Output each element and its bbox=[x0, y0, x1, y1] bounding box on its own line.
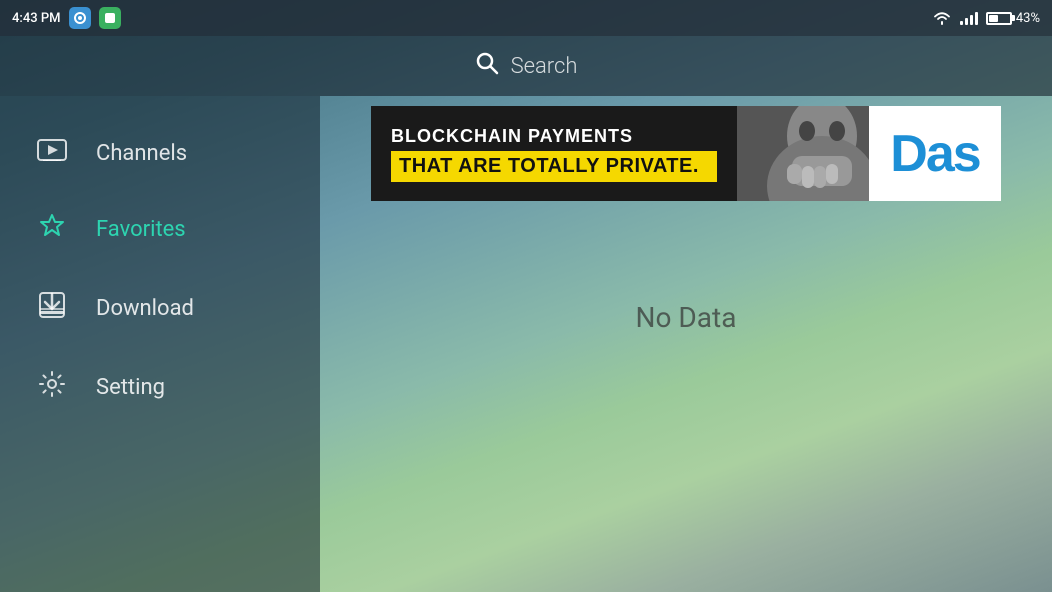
channels-icon bbox=[36, 138, 68, 168]
channels-label: Channels bbox=[96, 141, 187, 166]
download-icon bbox=[36, 291, 68, 326]
sidebar-item-favorites[interactable]: Favorites bbox=[0, 190, 320, 269]
dash-logo: Das bbox=[890, 124, 979, 184]
setting-icon bbox=[36, 370, 68, 405]
sidebar: Channels Favorites Download bbox=[0, 96, 320, 592]
main-content: BLOCKCHAIN PAYMENTS THAT ARE TOTALLY PRI… bbox=[320, 96, 1052, 592]
favorites-icon bbox=[36, 212, 68, 247]
ad-top-text: BLOCKCHAIN PAYMENTS bbox=[391, 126, 717, 147]
time-display: 4:43 PM bbox=[12, 11, 61, 26]
ad-image bbox=[737, 106, 869, 201]
search-icon bbox=[475, 51, 499, 81]
battery-indicator: 43% bbox=[986, 11, 1040, 26]
ad-content-left: BLOCKCHAIN PAYMENTS THAT ARE TOTALLY PRI… bbox=[371, 106, 737, 201]
search-bar[interactable]: Search bbox=[0, 36, 1052, 96]
app1-icon bbox=[69, 7, 91, 29]
app2-icon bbox=[99, 7, 121, 29]
ad-bottom-text: THAT ARE TOTALLY PRIVATE. bbox=[391, 151, 717, 182]
download-label: Download bbox=[96, 296, 194, 321]
setting-label: Setting bbox=[96, 375, 165, 400]
status-bar: 4:43 PM bbox=[0, 0, 1052, 36]
search-placeholder: Search bbox=[511, 54, 578, 79]
sidebar-item-channels[interactable]: Channels bbox=[0, 116, 320, 190]
wifi-icon bbox=[932, 11, 952, 25]
ad-banner[interactable]: BLOCKCHAIN PAYMENTS THAT ARE TOTALLY PRI… bbox=[371, 106, 1001, 201]
sidebar-item-download[interactable]: Download bbox=[0, 269, 320, 348]
status-left: 4:43 PM bbox=[12, 7, 121, 29]
no-data-text: No Data bbox=[636, 301, 737, 334]
ad-face-svg bbox=[737, 106, 869, 201]
sidebar-item-setting[interactable]: Setting bbox=[0, 348, 320, 427]
ad-logo-area: Das bbox=[869, 106, 1001, 201]
signal-icon bbox=[960, 12, 978, 25]
battery-percent: 43% bbox=[1016, 11, 1040, 26]
favorites-label: Favorites bbox=[96, 217, 186, 242]
status-right: 43% bbox=[932, 11, 1040, 26]
